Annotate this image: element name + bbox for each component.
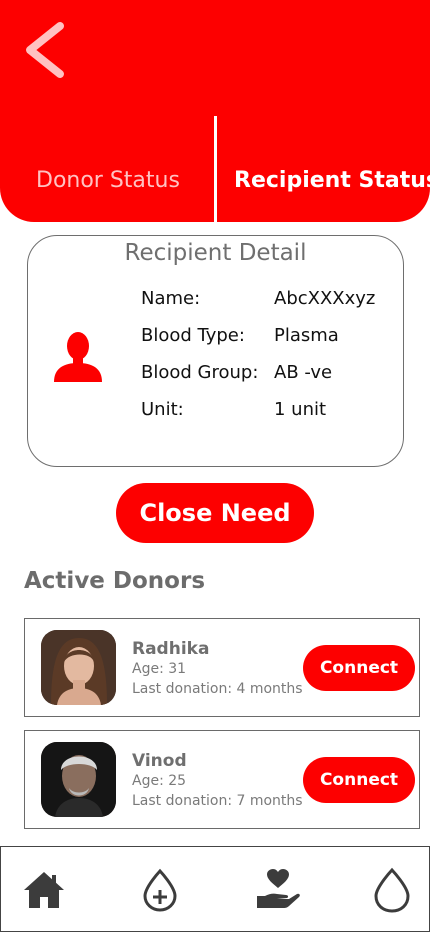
person-icon (54, 332, 102, 382)
back-button[interactable] (18, 18, 74, 82)
donor-last-donation: Last donation: 7 months (132, 793, 303, 809)
avatar-photo-radhika (41, 630, 116, 705)
donor-card: Radhika Age: 31 Last donation: 4 months … (24, 618, 420, 717)
recipient-detail-title: Recipient Detail (124, 240, 307, 266)
field-label-unit: Unit: (141, 399, 184, 420)
chevron-left-icon (26, 22, 64, 78)
nav-home[interactable] (21, 867, 67, 913)
donor-name: Radhika (132, 639, 210, 659)
close-need-button[interactable]: Close Need (116, 483, 314, 543)
nav-add-request[interactable] (137, 867, 183, 913)
field-value-blood-group: AB -ve (274, 362, 333, 383)
header-bar: Donor Status Recipient Status (0, 0, 430, 222)
donor-card: Vinod Age: 25 Last donation: 7 months Co… (24, 730, 420, 829)
bottom-nav (0, 846, 430, 932)
avatar-photo-vinod (41, 742, 116, 817)
donor-name: Vinod (132, 751, 187, 771)
nav-donate[interactable] (255, 867, 301, 913)
active-donors-title: Active Donors (24, 568, 206, 594)
field-value-unit: 1 unit (274, 399, 327, 420)
donor-last-donation: Last donation: 4 months (132, 681, 303, 697)
nav-blood[interactable] (369, 867, 415, 913)
home-icon (24, 872, 64, 908)
tab-recipient-status[interactable]: Recipient Status (234, 168, 430, 193)
donor-age: Age: 31 (132, 661, 187, 677)
field-value-name: AbcXXXxyz (274, 288, 376, 309)
connect-button[interactable]: Connect (303, 645, 415, 691)
tab-divider (214, 116, 217, 222)
avatar (41, 742, 116, 817)
tab-donor-status[interactable]: Donor Status (36, 168, 180, 193)
hand-heart-icon (257, 869, 300, 908)
recipient-detail-card: Recipient Detail Name: AbcXXXxyz Blood T… (27, 235, 404, 467)
avatar (41, 630, 116, 705)
field-label-name: Name: (141, 288, 201, 309)
field-label-blood-type: Blood Type: (141, 325, 245, 346)
donor-age: Age: 25 (132, 773, 187, 789)
blood-drop-icon (374, 867, 410, 913)
field-value-blood-type: Plasma (274, 325, 339, 346)
field-label-blood-group: Blood Group: (141, 362, 259, 383)
add-blood-drop-icon (143, 868, 177, 912)
connect-button[interactable]: Connect (303, 757, 415, 803)
